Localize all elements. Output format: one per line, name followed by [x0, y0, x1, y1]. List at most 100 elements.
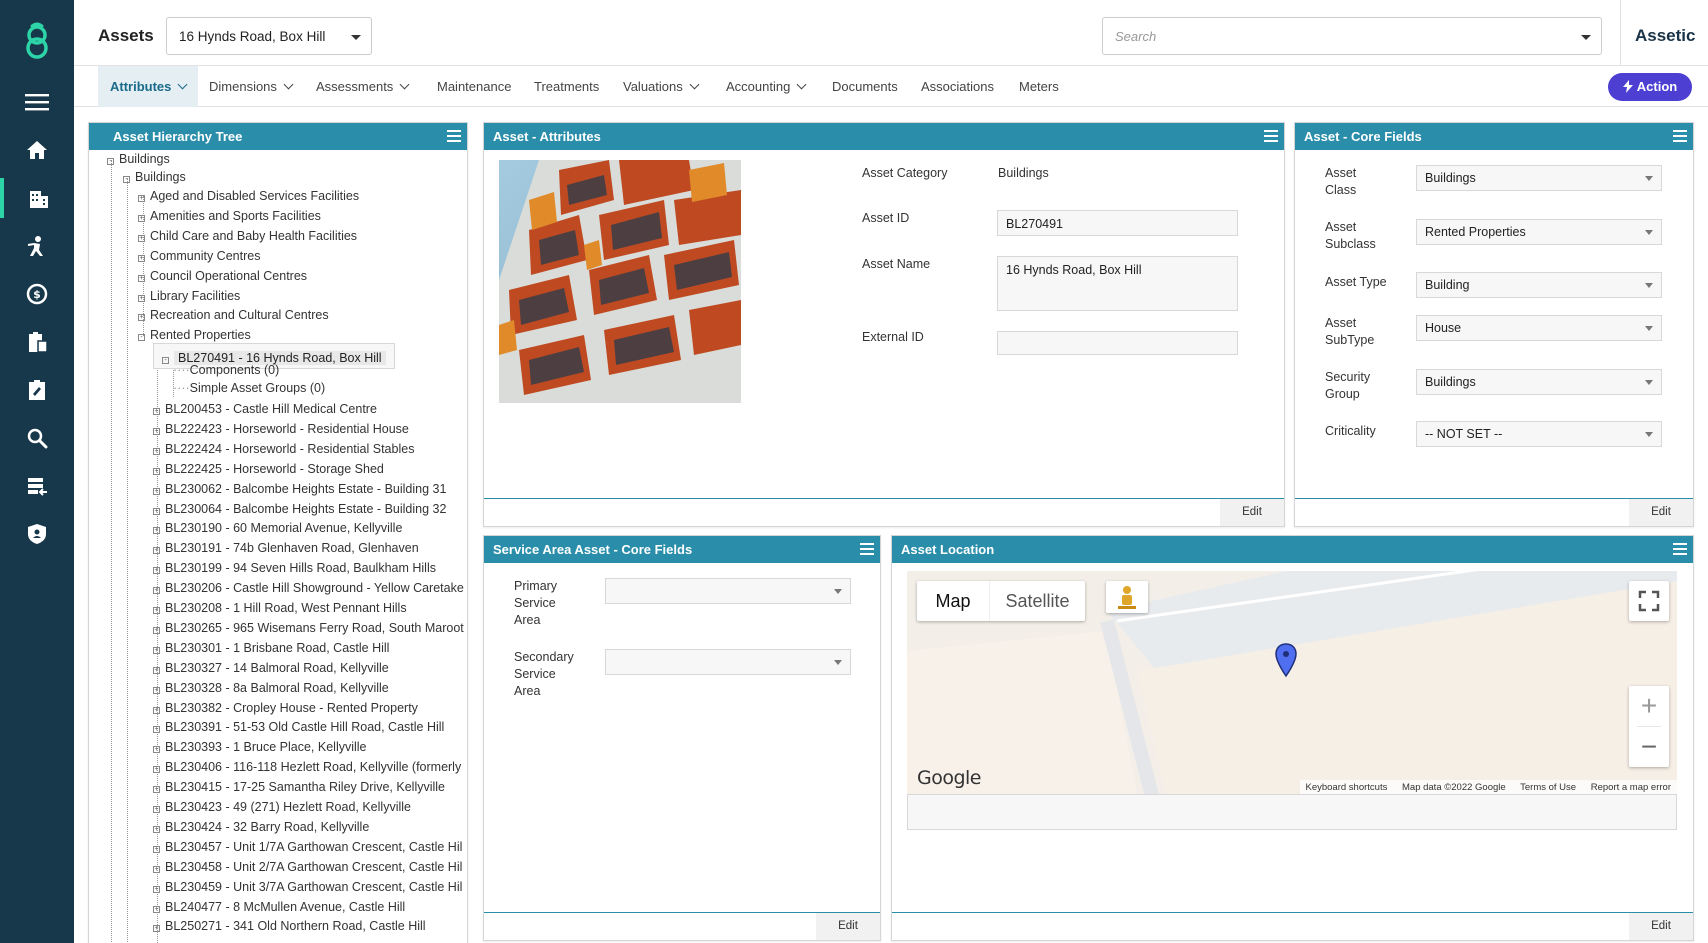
- expand-icon[interactable]: +: [153, 686, 160, 694]
- tree-node-asset[interactable]: + BL230382 - Cropley House - Rented Prope…: [153, 699, 418, 717]
- expand-icon[interactable]: +: [153, 865, 160, 873]
- location-map[interactable]: Map Satellite + − Google Keyboard shortc…: [907, 571, 1677, 796]
- tree-node-buildings[interactable]: - Buildings: [123, 168, 186, 186]
- assetic-logo-icon[interactable]: [18, 20, 56, 60]
- tab-accounting[interactable]: Accounting: [714, 66, 817, 107]
- panel-menu-icon[interactable]: [860, 543, 874, 555]
- tab-attributes[interactable]: Attributes: [98, 66, 199, 107]
- expand-icon[interactable]: +: [138, 234, 145, 242]
- search-icon[interactable]: [0, 418, 74, 458]
- expand-icon[interactable]: +: [153, 427, 160, 435]
- secondary-service-area-select[interactable]: [605, 649, 851, 675]
- expand-icon[interactable]: +: [153, 527, 160, 535]
- edit-button[interactable]: Edit: [1629, 499, 1693, 526]
- tree-node-root[interactable]: - Buildings: [107, 150, 170, 168]
- expand-icon[interactable]: +: [153, 646, 160, 654]
- tab-documents[interactable]: Documents: [820, 66, 910, 107]
- assessment-icon[interactable]: [0, 370, 74, 410]
- core-field-select[interactable]: Rented Properties: [1416, 219, 1662, 245]
- panel-menu-icon[interactable]: [1673, 543, 1687, 555]
- panel-menu-icon[interactable]: [1264, 130, 1278, 142]
- map-type-map[interactable]: Map: [917, 581, 989, 621]
- clipboard-icon[interactable]: [0, 322, 74, 362]
- expand-icon[interactable]: +: [153, 806, 160, 813]
- finance-icon[interactable]: $: [0, 274, 74, 314]
- expand-icon[interactable]: +: [153, 507, 160, 515]
- collapse-icon[interactable]: -: [138, 334, 145, 342]
- caret-down-icon[interactable]: [1581, 35, 1591, 40]
- asset-selector[interactable]: 16 Hynds Road, Box Hill: [166, 17, 372, 55]
- zoom-in-button[interactable]: +: [1629, 686, 1669, 726]
- tab-treatments[interactable]: Treatments: [522, 66, 611, 107]
- core-field-select[interactable]: Buildings: [1416, 369, 1662, 395]
- expand-icon[interactable]: +: [153, 408, 160, 415]
- tree-node-asset[interactable]: + BL230301 - 1 Brisbane Road, Castle Hill: [153, 639, 389, 657]
- tree-node-asset[interactable]: + BL230328 - 8a Balmoral Road, Kellyville: [153, 679, 389, 697]
- panel-menu-icon[interactable]: [447, 130, 461, 142]
- expand-icon[interactable]: +: [153, 467, 160, 475]
- tree-node-asset[interactable]: + BL230265 - 965 Wisemans Ferry Road, Sou…: [153, 619, 464, 637]
- core-field-select[interactable]: Building: [1416, 272, 1662, 298]
- edit-button[interactable]: Edit: [816, 913, 880, 940]
- expand-icon[interactable]: +: [153, 607, 160, 614]
- expand-icon[interactable]: +: [153, 845, 160, 853]
- primary-service-area-select[interactable]: [605, 578, 851, 604]
- security-icon[interactable]: [0, 514, 74, 554]
- location-pin-icon[interactable]: [1275, 643, 1297, 677]
- tree-node-asset[interactable]: + BL230064 - Balcombe Heights Estate - Bu…: [153, 500, 446, 518]
- tree-node-asset[interactable]: + BL230191 - 74b Glenhaven Road, Glenhave…: [153, 539, 419, 557]
- tree-node-asset[interactable]: + BL230199 - 94 Seven Hills Road, Baulkha…: [153, 559, 436, 577]
- expand-icon[interactable]: +: [153, 567, 160, 575]
- tree-node-category[interactable]: - Rented Properties: [138, 326, 251, 344]
- tree-node-asset[interactable]: + BL222423 - Horseworld - Residential Hou…: [153, 420, 409, 438]
- tree-node-asset[interactable]: + BL230062 - Balcombe Heights Estate - Bu…: [153, 480, 446, 498]
- external-id-field[interactable]: [997, 331, 1238, 355]
- tree-node-asset[interactable]: + BL230206 - Castle Hill Showground - Yel…: [153, 579, 464, 597]
- tab-maintenance[interactable]: Maintenance: [425, 66, 523, 107]
- zoom-out-button[interactable]: −: [1629, 727, 1669, 767]
- edit-button[interactable]: Edit: [1629, 913, 1693, 940]
- data-import-icon[interactable]: [0, 466, 74, 506]
- expand-icon[interactable]: +: [138, 314, 145, 322]
- expand-icon[interactable]: +: [138, 214, 145, 222]
- tree-node-asset[interactable]: + BL230393 - 1 Bruce Place, Kellyville: [153, 738, 367, 756]
- expand-icon[interactable]: +: [153, 786, 160, 794]
- asset-id-field[interactable]: BL270491: [997, 210, 1238, 236]
- expand-icon[interactable]: +: [153, 925, 160, 933]
- tab-meters[interactable]: Meters: [1007, 66, 1071, 107]
- tree-node-asset[interactable]: + BL230459 - Unit 3/7A Garthowan Crescent…: [153, 878, 462, 896]
- buildings-icon[interactable]: [0, 178, 74, 218]
- tree-node-category[interactable]: + Library Facilities: [138, 287, 240, 305]
- expand-icon[interactable]: +: [153, 885, 160, 893]
- expand-icon[interactable]: +: [153, 587, 160, 595]
- worker-icon[interactable]: [0, 226, 74, 266]
- menu-icon[interactable]: [0, 82, 74, 122]
- core-field-select[interactable]: House: [1416, 315, 1662, 341]
- tab-valuations[interactable]: Valuations: [611, 66, 710, 107]
- collapse-icon[interactable]: -: [162, 357, 169, 364]
- tree-node-category[interactable]: + Aged and Disabled Services Facilities: [138, 187, 359, 205]
- collapse-icon[interactable]: -: [123, 176, 130, 183]
- expand-icon[interactable]: +: [153, 626, 160, 634]
- action-button[interactable]: Action: [1608, 73, 1692, 101]
- expand-icon[interactable]: +: [153, 547, 160, 555]
- tree-node-components[interactable]: ····Components (0): [173, 361, 279, 379]
- tree-node-asset[interactable]: + BL230457 - Unit 1/7A Garthowan Crescent…: [153, 838, 462, 856]
- search-input[interactable]: Search: [1102, 17, 1602, 55]
- expand-icon[interactable]: +: [153, 766, 160, 774]
- expand-icon[interactable]: +: [153, 487, 160, 495]
- tree-node-asset[interactable]: + BL230391 - 51-53 Old Castle Hill Road, …: [153, 718, 444, 736]
- tree-node-asset[interactable]: + BL250271 - 341 Old Northern Road, Castl…: [153, 917, 426, 935]
- tree-node-asset[interactable]: + BL230208 - 1 Hill Road, West Pennant Hi…: [153, 599, 407, 617]
- tree-node-asset[interactable]: + BL230327 - 14 Balmoral Road, Kellyville: [153, 659, 389, 677]
- expand-icon[interactable]: +: [153, 706, 160, 714]
- tree-node-asset[interactable]: + BL230406 - 116-118 Hezlett Road, Kellyv…: [153, 758, 461, 776]
- keyboard-shortcuts-link[interactable]: Keyboard shortcuts: [1306, 782, 1388, 793]
- tab-assessments[interactable]: Assessments: [304, 66, 420, 107]
- tab-dimensions[interactable]: Dimensions: [197, 66, 304, 107]
- expand-icon[interactable]: +: [153, 666, 160, 674]
- expand-icon[interactable]: +: [138, 254, 145, 262]
- edit-button[interactable]: Edit: [1220, 499, 1284, 526]
- tree-node-category[interactable]: + Council Operational Centres: [138, 267, 307, 285]
- expand-icon[interactable]: +: [138, 274, 145, 282]
